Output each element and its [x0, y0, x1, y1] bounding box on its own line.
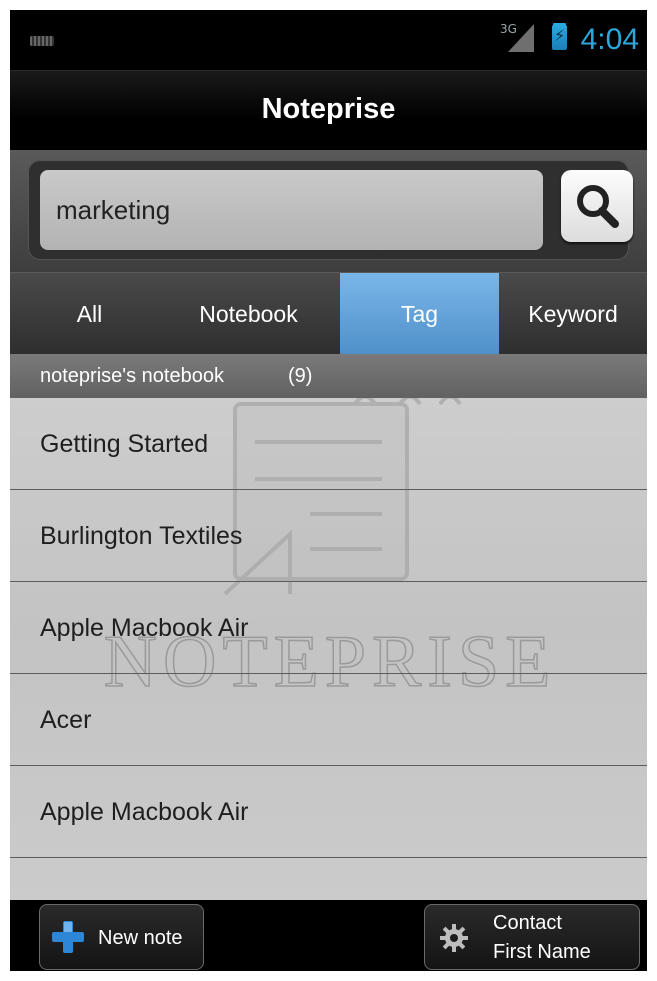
section-count: (9)	[288, 365, 313, 387]
list-item[interactable]: Acer	[10, 674, 647, 766]
title-bar: Noteprise	[10, 70, 647, 151]
search-input[interactable]	[40, 170, 543, 250]
note-title: Getting Started	[40, 430, 209, 458]
contact-label: Contact First Name	[493, 909, 591, 967]
list-item[interactable]: Burlington Textiles	[10, 490, 647, 582]
list-item[interactable]: Apple Macbook Air	[10, 582, 647, 674]
note-title: Burlington Textiles	[40, 522, 243, 550]
list-item[interactable]: Getting Started	[10, 398, 647, 490]
tab-all[interactable]: All	[10, 273, 169, 355]
clock: 4:04	[580, 23, 639, 56]
section-title: noteprise's notebook	[40, 365, 224, 387]
list-item[interactable]	[10, 858, 647, 900]
tab-notebook[interactable]: Notebook	[169, 273, 328, 355]
status-bar: 3G ⚡ 4:04	[10, 10, 647, 70]
note-title: Apple Macbook Air	[40, 798, 249, 826]
search-button[interactable]	[561, 170, 633, 242]
search-frame	[28, 160, 633, 260]
plus-icon	[52, 921, 84, 953]
tab-bar: All Notebook Tag Keyword	[10, 272, 647, 355]
new-note-button[interactable]: New note	[39, 904, 204, 970]
bottom-bar: New note Contact First Name	[10, 900, 647, 971]
search-bar	[10, 150, 647, 272]
signal-icon	[508, 24, 534, 52]
contact-label-line2: First Name	[493, 941, 591, 963]
signal-group: 3G	[500, 20, 540, 56]
app-title: Noteprise	[261, 93, 396, 125]
note-title: Acer	[40, 706, 92, 734]
tab-tag[interactable]: Tag	[340, 273, 499, 355]
contact-settings-button[interactable]: Contact First Name	[424, 904, 640, 970]
gear-icon	[440, 924, 468, 952]
keyboard-icon	[30, 36, 54, 46]
contact-label-line1: Contact	[493, 912, 562, 934]
phone-screen: 3G ⚡ 4:04 Noteprise All Notebook Tag Key…	[10, 10, 647, 971]
section-header: noteprise's notebook (9)	[10, 354, 647, 398]
note-list: NOTEPRISE noteprise's notebook (9) Getti…	[10, 354, 647, 900]
list-item[interactable]: Apple Macbook Air	[10, 766, 647, 858]
search-icon	[577, 185, 619, 228]
note-title: Apple Macbook Air	[40, 614, 249, 642]
battery-charging-icon: ⚡	[552, 25, 567, 50]
new-note-label: New note	[98, 927, 183, 949]
tab-keyword[interactable]: Keyword	[499, 273, 647, 355]
